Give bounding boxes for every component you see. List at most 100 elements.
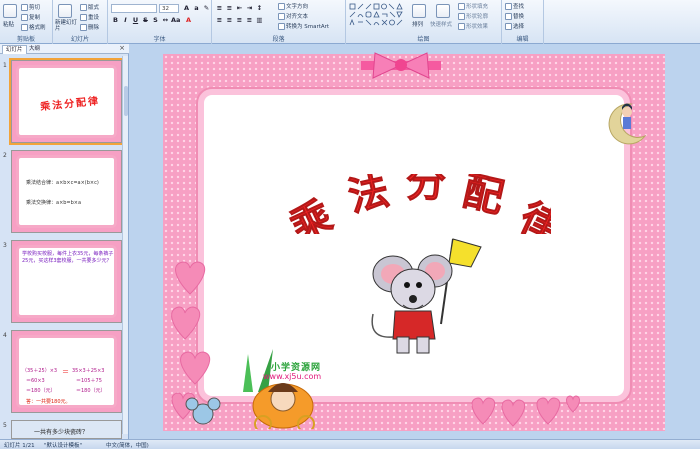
slide-thumbnail-5[interactable]: 一共有多少块瓷砖？ <box>11 420 122 439</box>
bullets-icon[interactable]: ≡ <box>215 4 224 13</box>
thumb-eq: 35×3＋25×3 <box>72 368 105 374</box>
justify-icon[interactable]: ≡ <box>245 16 254 25</box>
title-char: 分 <box>406 174 446 206</box>
strikethrough-icon[interactable]: S <box>141 16 150 25</box>
drawing-group-label: 绘图 <box>417 36 430 43</box>
clear-format-icon[interactable]: ✎ <box>202 4 211 13</box>
close-panel-icon[interactable]: × <box>119 44 125 52</box>
scrollbar-thumb[interactable] <box>124 86 128 116</box>
slide-title[interactable]: 乘法分配律 <box>281 174 551 234</box>
numbering-icon[interactable]: ≡ <box>225 4 234 13</box>
tab-slides[interactable]: 幻灯片 <box>2 45 27 54</box>
shadow-icon[interactable]: S <box>151 16 160 25</box>
title-char: 配 <box>459 174 508 222</box>
shape-effects-button[interactable]: 形状效果 <box>458 22 488 30</box>
shape-fill-label: 形状填充 <box>466 4 489 10</box>
slide-thumbnail-3[interactable]: 学校购买校服，每件上衣35元，每条裤子25元，买这样3套校服，一共要多少元？ <box>11 240 122 323</box>
thumb-answer: 答：一共要180元。 <box>26 399 71 405</box>
copy-icon <box>21 13 28 21</box>
shape-fill-button[interactable]: 形状填充 <box>458 2 488 10</box>
replace-button[interactable]: 替换 <box>505 12 524 20</box>
thumb-problem: 学校购买校服，每件上衣35元，每条裤子25元，买这样3套校服，一共要多少元？ <box>22 251 114 264</box>
brush-icon <box>21 23 28 31</box>
slides-panel: 幻灯片 大纲 × 1 乘法分配律 2 乘法结合律：a×b×c=a×(b×c) 乘… <box>0 44 129 439</box>
arrange-button[interactable]: 排列 <box>412 20 423 28</box>
arrange-icon[interactable] <box>412 4 426 18</box>
smartart-label: 转换为 SmartArt <box>286 24 330 30</box>
replace-label: 替换 <box>513 14 525 20</box>
mouse-with-flag-icon <box>371 238 482 354</box>
thumb-eq: ＝ <box>62 368 69 376</box>
change-case-icon[interactable]: Aa <box>171 16 180 25</box>
paragraph-group-label: 段落 <box>272 36 285 43</box>
font-group-label: 字体 <box>153 36 166 43</box>
decrease-indent-icon[interactable]: ⇤ <box>235 4 244 13</box>
align-center-icon[interactable]: ≡ <box>225 16 234 25</box>
thumb-eq: ＝180（元） <box>76 388 106 394</box>
shrink-font-icon[interactable]: a <box>192 4 201 13</box>
columns-icon[interactable]: ▥ <box>255 16 264 25</box>
slide-thumbnail-4[interactable]: （35＋25）×3 ＝ 35×3＋25×3 ＝60×3 ＝105＋75 ＝180… <box>11 330 122 413</box>
align-right-icon[interactable]: ≡ <box>235 16 244 25</box>
thumb-eq: ＝60×3 <box>26 378 45 384</box>
paste-button[interactable]: 粘贴 <box>3 20 14 28</box>
slide-thumbnail-1[interactable]: 乘法分配律 <box>9 58 124 145</box>
outline-icon <box>458 12 465 20</box>
shape-effects-label: 形状效果 <box>466 24 489 30</box>
bold-icon[interactable]: B <box>111 16 120 25</box>
slide-thumbnail-2[interactable]: 乘法结合律：a×b×c=a×(b×c) 乘法交换律：a×b=b×a <box>11 150 122 233</box>
spacing-icon[interactable]: ↔ <box>161 16 170 25</box>
layout-button[interactable]: 版式 <box>80 3 99 11</box>
italic-icon[interactable]: I <box>121 16 130 25</box>
tab-outline[interactable]: 大纲 <box>26 45 43 54</box>
slide-number: 5 <box>3 422 7 429</box>
editing-group: 查找 替换 选择 编辑 <box>502 0 544 44</box>
new-slide-icon[interactable] <box>58 4 72 18</box>
increase-indent-icon[interactable]: ⇥ <box>245 4 254 13</box>
smartart-icon <box>278 22 285 30</box>
font-size-dropdown[interactable]: 32 <box>159 4 179 13</box>
quick-styles-button[interactable]: 快速样式 <box>430 20 452 28</box>
bow-icon <box>361 52 441 79</box>
reset-icon <box>80 13 87 21</box>
language-indicator[interactable]: 中文(简体，中国) <box>106 441 149 449</box>
line-spacing-icon[interactable]: ↕ <box>255 4 264 13</box>
find-button[interactable]: 查找 <box>505 2 524 10</box>
slide-number: 2 <box>3 152 7 159</box>
copy-button[interactable]: 复制 <box>21 13 40 21</box>
slides-group: 新建幻灯片 版式 重设 删除 幻灯片 <box>53 0 108 44</box>
underline-icon[interactable]: U <box>131 16 140 25</box>
paste-icon[interactable] <box>3 4 17 18</box>
select-button[interactable]: 选择 <box>505 22 524 30</box>
format-painter-button[interactable]: 格式刷 <box>21 23 46 31</box>
delete-button[interactable]: 删除 <box>80 23 99 31</box>
shapes-gallery-icon[interactable] <box>349 3 405 29</box>
current-slide[interactable]: 乘法分配律 小学资源网 www.xj5u.com <box>163 52 665 431</box>
font-color-icon[interactable]: A <box>184 16 193 25</box>
slide-number: 4 <box>3 332 7 339</box>
align-text-button[interactable]: 对齐文本 <box>278 12 308 20</box>
cut-button[interactable]: 剪切 <box>21 3 40 11</box>
cursor-icon <box>505 22 512 30</box>
reset-button[interactable]: 重设 <box>80 13 99 21</box>
font-name-dropdown[interactable] <box>111 4 157 13</box>
slide-number: 3 <box>3 242 7 249</box>
text-direction-button[interactable]: 文字方向 <box>278 2 308 10</box>
new-slide-button[interactable]: 新建幻灯片 <box>55 20 79 32</box>
thumb-frame <box>16 155 117 228</box>
thumb-question: 一共有多少块瓷砖？ <box>34 429 89 436</box>
watermark-url: www.xj5u.com <box>263 372 322 381</box>
smartart-button[interactable]: 转换为 SmartArt <box>278 22 329 30</box>
clipboard-group: 粘贴 剪切 复制 格式刷 剪贴板 <box>0 0 53 44</box>
shape-outline-button[interactable]: 形状轮廓 <box>458 12 488 20</box>
title-char: 乘 <box>283 192 339 234</box>
slide-number: 1 <box>3 62 7 69</box>
reset-label: 重设 <box>88 15 100 21</box>
grow-font-icon[interactable]: A <box>182 4 191 13</box>
align-left-icon[interactable]: ≡ <box>215 16 224 25</box>
thumb-eq: （35＋25）×3 <box>22 368 58 374</box>
quick-styles-icon[interactable] <box>436 4 450 18</box>
text-direction-label: 文字方向 <box>286 4 309 10</box>
scissors-icon <box>21 3 28 11</box>
panel-scrollbar[interactable] <box>122 56 128 434</box>
